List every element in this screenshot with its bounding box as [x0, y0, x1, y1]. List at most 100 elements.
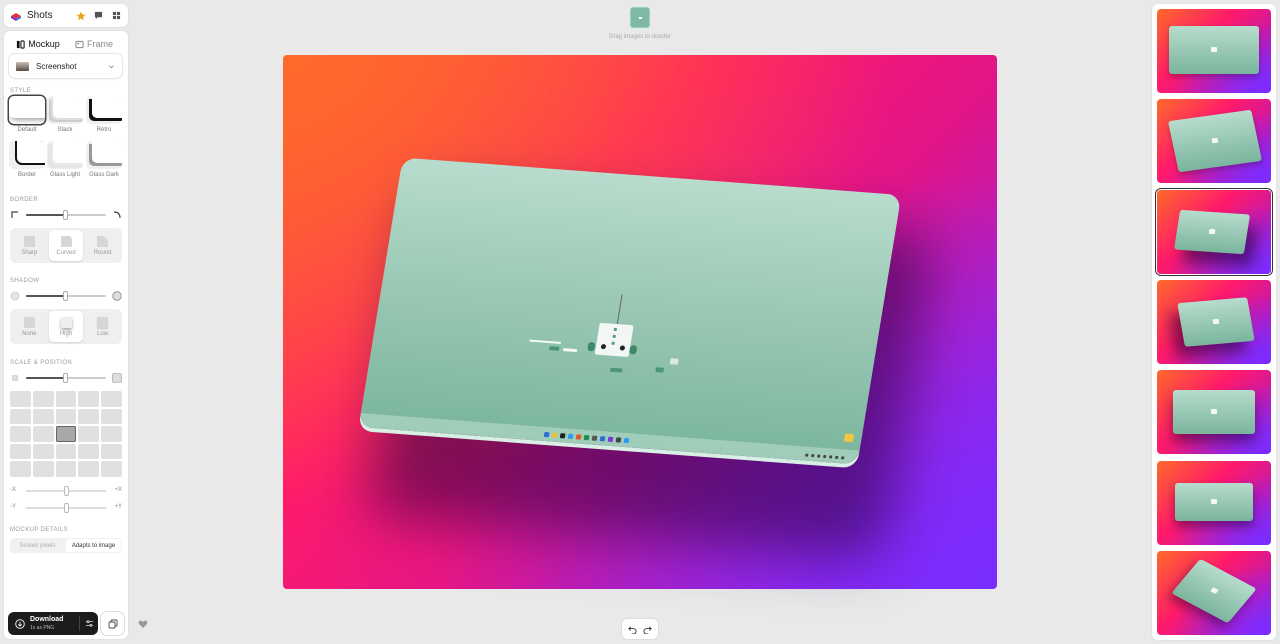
position-cell[interactable] — [101, 426, 122, 442]
device-select[interactable]: Screenshot — [9, 54, 122, 78]
position-cell[interactable] — [78, 408, 100, 425]
shadow-low[interactable]: Low — [85, 311, 120, 342]
position-cell[interactable] — [78, 391, 100, 407]
border-radius-slider[interactable] — [10, 209, 122, 221]
style-glass-dark[interactable]: Glass Dark — [86, 141, 122, 178]
desk-cube — [669, 358, 679, 365]
preset-thumbnail[interactable] — [1157, 280, 1271, 364]
sliders-icon — [85, 620, 93, 627]
preset-thumbnail[interactable] — [1157, 461, 1271, 545]
app-title: Shots — [27, 10, 53, 21]
preset-thumbnail-selected[interactable] — [1157, 190, 1271, 274]
border-curved[interactable]: Curved — [48, 230, 84, 261]
shadow-none[interactable]: None — [12, 311, 47, 342]
position-cell[interactable] — [10, 408, 31, 425]
undo-icon[interactable] — [628, 625, 637, 634]
style-default[interactable]: Default — [9, 96, 45, 133]
image-thumbnail[interactable] — [630, 7, 650, 28]
style-default-label: Default — [17, 127, 37, 133]
desk-pencil — [529, 339, 562, 344]
position-cell[interactable] — [101, 408, 122, 425]
curved-icon — [60, 235, 72, 247]
preset-thumbnail[interactable] — [1157, 9, 1271, 93]
position-cell[interactable] — [32, 461, 54, 477]
border-round-label: Round — [93, 249, 112, 256]
position-cell[interactable] — [101, 391, 122, 407]
app-bar: Shots — [4, 4, 128, 27]
shadow-high[interactable]: High — [48, 311, 84, 342]
chevron-down-icon — [109, 64, 114, 68]
export-settings-button[interactable] — [80, 619, 98, 628]
tab-mockup-label: Mockup — [28, 39, 60, 49]
adapts-to-image-option[interactable]: Adapts to image — [66, 539, 121, 552]
position-cell[interactable] — [78, 461, 100, 477]
copy-button[interactable] — [101, 612, 124, 635]
style-stack-label: Stack — [57, 127, 73, 133]
position-cell[interactable] — [101, 443, 122, 460]
download-button[interactable]: Download 1x as PNG — [8, 612, 98, 635]
shadow-section-label: SHADOW — [10, 278, 40, 284]
download-sublabel: 1x as PNG — [30, 624, 55, 631]
position-cell[interactable] — [32, 408, 54, 425]
position-cell[interactable] — [55, 461, 77, 477]
shadow-none-icon — [23, 316, 35, 328]
heart-icon[interactable] — [138, 619, 148, 629]
tab-frame[interactable]: Frame — [66, 35, 122, 53]
style-border[interactable]: Border — [9, 141, 45, 178]
preset-thumbnail[interactable] — [1157, 551, 1271, 635]
round-icon — [97, 235, 109, 247]
position-cell[interactable] — [10, 461, 31, 477]
chat-icon[interactable] — [93, 10, 104, 21]
position-cell[interactable] — [78, 426, 100, 442]
position-grid — [10, 391, 122, 477]
style-retro[interactable]: Retro — [86, 96, 122, 133]
mockup-icon — [17, 39, 25, 49]
position-cell[interactable] — [10, 443, 31, 460]
redo-icon[interactable] — [643, 625, 652, 634]
tab-frame-label: Frame — [86, 39, 113, 49]
y-max-label: +Y — [114, 504, 122, 510]
scale-slider[interactable] — [10, 372, 122, 384]
position-cell-selected[interactable] — [55, 426, 77, 442]
star-icon[interactable] — [75, 10, 86, 21]
tab-mockup[interactable]: Mockup — [10, 35, 66, 53]
position-cell[interactable] — [101, 461, 122, 477]
position-cell[interactable] — [55, 391, 77, 407]
position-cell[interactable] — [32, 443, 54, 460]
presets-panel — [1152, 4, 1276, 640]
grid-icon[interactable] — [111, 10, 122, 21]
shadow-low-label: Low — [97, 330, 109, 337]
x-offset-slider[interactable]: -X +X — [10, 486, 122, 496]
style-stack[interactable]: Stack — [47, 96, 83, 133]
preset-thumbnail[interactable] — [1157, 99, 1271, 183]
y-offset-slider[interactable]: -Y +Y — [10, 503, 122, 513]
position-cell[interactable] — [55, 408, 77, 425]
settings-panel: Mockup Frame Screenshot STYLE Default St… — [4, 31, 128, 639]
position-cell[interactable] — [32, 426, 54, 442]
mockup-details-toggle: Screen pixels Adapts to image — [10, 538, 122, 553]
position-cell[interactable] — [55, 443, 77, 460]
desktop-folder-icon — [843, 433, 855, 443]
screenshot-mockup[interactable] — [358, 157, 902, 465]
sharp-icon — [23, 235, 35, 247]
position-cell[interactable] — [10, 426, 31, 442]
taskbar-icons — [543, 431, 630, 444]
shadow-none-label: None — [22, 330, 37, 337]
style-glass-light[interactable]: Glass Light — [47, 141, 83, 178]
shadow-slider[interactable] — [10, 290, 122, 302]
screen-pixels-option[interactable]: Screen pixels — [10, 538, 65, 553]
border-sharp[interactable]: Sharp — [12, 230, 47, 261]
shadow-low-icon — [10, 291, 20, 301]
position-cell[interactable] — [10, 391, 31, 407]
scale-position-section-label: SCALE & POSITION — [10, 360, 73, 366]
shadow-high-icon — [112, 291, 122, 301]
position-cell[interactable] — [32, 391, 54, 407]
preset-thumbnail[interactable] — [1157, 370, 1271, 454]
shadow-low-option-icon — [97, 316, 109, 328]
position-cell[interactable] — [78, 443, 100, 460]
history-controls — [622, 619, 658, 639]
border-round[interactable]: Round — [85, 230, 120, 261]
desk-block — [548, 346, 560, 351]
style-retro-label: Retro — [96, 127, 112, 133]
drag-hint: Drag images to reorder — [609, 34, 671, 40]
